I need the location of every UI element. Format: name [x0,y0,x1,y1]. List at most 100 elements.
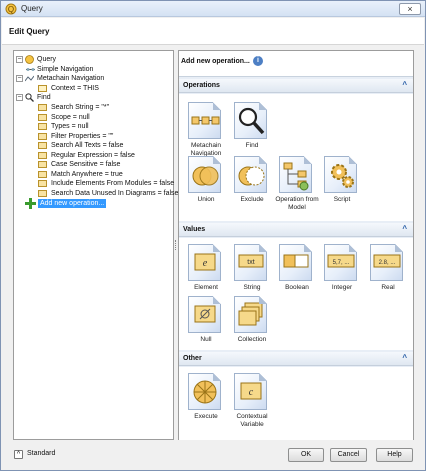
integer-value-icon: 5,7, ... [324,244,357,281]
category-header-other[interactable]: Other ^ [179,352,413,366]
find-icon [25,93,34,102]
value-glyph: 2.8, ... [379,260,396,266]
property-icon [38,161,47,168]
svg-text:Q: Q [8,5,14,14]
collapse-chevron-icon[interactable]: ^ [402,224,407,233]
context-icon [38,85,47,92]
value-glyph: e [203,258,208,269]
tool-label: Real [381,284,395,291]
tool-label: Execute [194,413,218,420]
category-header-values[interactable]: Values ^ [179,223,413,237]
collection-value-icon [234,296,267,333]
tool-label: Null [200,336,212,343]
collapse-toggle-icon[interactable]: − [16,94,23,101]
category-header-operations[interactable]: Operations ^ [179,79,413,93]
value-glyph: 5,7, ... [333,260,350,266]
operation-palette: Add new operation... i Operations ^ Meta… [178,50,414,440]
string-value-icon: txt [234,244,267,281]
text-property-icon [38,133,47,140]
tool-collection[interactable]: Collection [229,296,275,348]
close-button[interactable]: × [399,3,421,15]
tree-item-label: Types = null [51,123,89,130]
tool-label: Exclude [240,196,264,203]
tool-real[interactable]: 2.8, ... Real [365,244,411,296]
query-tree: − Query Simple Navigation − Metachain Na… [13,50,178,440]
tool-operation-from-model[interactable]: Operation from Model [274,156,320,216]
execute-icon [188,373,221,410]
metachain-icon [25,75,34,82]
tree-item-label: Search All Texts = false [51,142,124,149]
splitter-grip[interactable] [175,240,177,250]
tool-integer[interactable]: 5,7, ... Integer [319,244,365,296]
tool-boolean[interactable]: Boolean [274,244,320,296]
tree-item-label: Regular Expression = false [51,152,135,159]
tree-item-label: Include Elements From Modules = false [51,180,175,187]
tree-item-label: Metachain Navigation [37,75,105,82]
tool-label: Element [194,284,218,291]
tool-metachain-navigation[interactable]: Metachain Navigation [183,102,229,157]
tree-item-label: Case Sensitive = false [51,161,121,168]
category-title: Other [183,355,202,362]
tree-item-label: Search String = "*" [51,104,110,111]
collapse-toggle-icon[interactable]: − [16,75,23,82]
tool-find[interactable]: Find [229,102,275,157]
query-dialog: Q Query × Edit Query − Query Simple Navi… [0,0,426,471]
property-icon [38,123,47,130]
tool-label: String [243,284,261,291]
tree-item-label: Search Data Unused In Diagrams = false [51,190,179,197]
collapse-toggle-icon[interactable]: − [16,56,23,63]
script-gears-icon [324,156,357,193]
exclude-icon [234,156,267,193]
boolean-value-icon [279,244,312,281]
category-title: Values [183,226,206,233]
tree-item-label: Filter Properties = "" [51,133,114,140]
find-magnifier-icon [234,102,267,139]
help-button[interactable]: Help [376,448,413,462]
category-body-values: e Element txt String Boolean 5,7, ... In… [179,238,413,350]
tree-item-label: Context = THIS [51,85,99,92]
tool-contextual-variable[interactable]: c Contextual Variable [229,373,275,433]
tool-script[interactable]: Script [319,156,365,211]
tool-label: Script [333,196,351,203]
header-title: Edit Query [9,27,50,36]
tree-item-label: Query [37,56,57,63]
navigation-icon [26,68,35,71]
tree-item-label: Scope = null [51,114,90,121]
property-icon [38,152,47,159]
query-icon [25,55,34,64]
tool-execute[interactable]: Execute [183,373,229,433]
operation-from-model-icon [279,156,312,193]
union-icon [188,156,221,193]
tool-exclude[interactable]: Exclude [229,156,275,211]
expand-up-icon[interactable]: ^ [14,450,23,459]
contextual-variable-icon: c [234,373,267,410]
collapse-chevron-icon[interactable]: ^ [402,80,407,89]
tool-label: Operation from Model [275,196,319,211]
info-icon[interactable]: i [253,56,263,66]
add-icon [25,198,36,209]
category-body-operations: Metachain Navigation Find Union Exclude … [179,94,413,221]
property-icon [38,171,47,178]
tool-string[interactable]: txt String [229,244,275,296]
title-bar: Q Query × [1,1,425,17]
property-icon [38,142,47,149]
dialog-header: Edit Query [2,18,424,45]
cancel-button[interactable]: Cancel [330,448,367,462]
tree-item-label: Simple Navigation [37,66,94,73]
real-value-icon: 2.8, ... [370,244,403,281]
element-value-icon: e [188,244,221,281]
value-glyph: c [249,387,254,398]
tool-union[interactable]: Union [183,156,229,211]
tool-element[interactable]: e Element [183,244,229,296]
palette-title: Add new operation... [181,58,250,65]
tool-label: Boolean [285,284,309,291]
category-title: Operations [183,82,220,89]
collapse-chevron-icon[interactable]: ^ [402,353,407,362]
tree-item-label: Find [37,94,51,101]
tool-null[interactable]: Null [183,296,229,348]
palette-categories: Operations ^ Metachain Navigation Find U… [179,76,413,440]
tree-item-label: Add new operation... [38,199,107,208]
tool-label: Union [197,196,215,203]
ok-button[interactable]: OK [288,448,324,462]
property-icon [38,190,47,197]
